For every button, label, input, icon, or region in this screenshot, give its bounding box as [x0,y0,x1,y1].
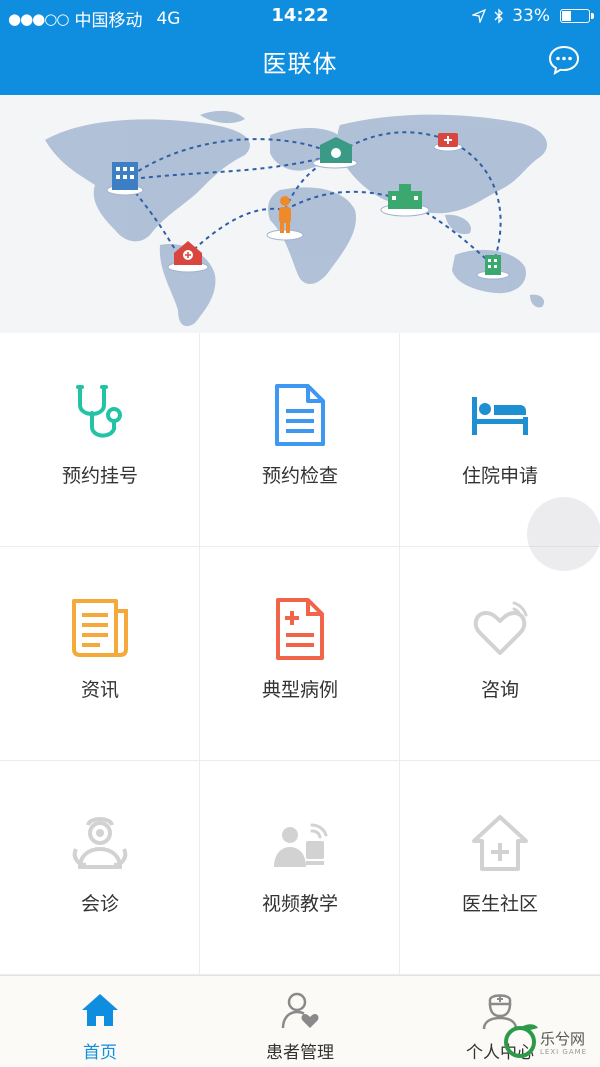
hospital-bed-icon [472,397,528,435]
grid-item-label: 资讯 [80,679,119,701]
watermark-leaf-icon [504,1024,538,1058]
watermark-text: 乐兮网 [540,1030,586,1048]
battery-icon [560,9,594,23]
grid-item-consultation[interactable]: 咨询 [400,547,600,761]
grid-item-joint-diagnosis[interactable]: 会诊 [0,761,200,975]
chat-bubble-icon[interactable] [548,44,580,76]
stethoscope-icon [76,385,122,438]
tab-label: 患者管理 [266,1043,334,1063]
video-teaching-icon [274,823,328,867]
grid-item-label: 会诊 [80,893,119,915]
news-icon [72,599,128,657]
heart-chat-icon [473,601,528,655]
grid-item-label: 典型病例 [261,679,338,701]
grid-item-appointment-exam[interactable]: 预约检查 [200,333,400,547]
page-title: 医联体 [262,50,338,78]
patient-heart-icon [281,992,319,1029]
community-house-icon [472,815,528,871]
grid-item-typical-cases[interactable]: 典型病例 [200,547,400,761]
tab-label: 首页 [83,1043,117,1063]
grid-item-label: 预约检查 [261,465,338,487]
watermark-subtext: LEXI GAME [540,1048,588,1056]
status-bar: ●●●○○ 中国移动 4G 14:22 33% [0,0,600,32]
grid-item-label: 医生社区 [461,893,538,915]
grid-item-label: 预约挂号 [61,465,138,487]
grid-item-label: 咨询 [480,679,519,701]
floating-assistive-button[interactable] [527,497,600,571]
tab-patient-management[interactable]: 患者管理 [200,976,400,1067]
tab-home[interactable]: 首页 [0,976,200,1067]
grid-item-video-teaching[interactable]: 视频教学 [200,761,400,975]
hospital-node [106,162,144,196]
grid-item-label: 住院申请 [461,465,538,487]
location-arrow-icon [472,9,487,23]
watermark-logo: 乐兮网 LEXI GAME [500,1020,596,1066]
grid-item-appointment-registration[interactable]: 预约挂号 [0,333,200,547]
doctor-consult-icon [72,817,128,869]
world-network-banner[interactable] [0,95,600,333]
grid-item-doctor-community[interactable]: 医生社区 [400,761,600,975]
medical-record-icon [276,598,324,660]
bluetooth-icon [494,8,504,24]
world-map-illustration [45,110,548,327]
battery-percent: 33% [512,6,550,26]
app-header: ●●●○○ 中国移动 4G 14:22 33% 医联体 [0,0,600,95]
grid-item-label: 视频教学 [261,893,338,915]
home-icon [82,994,118,1026]
feature-grid: 预约挂号 预约检查 住院申请 资讯 典型病例 咨询 会诊 视频教学 医生社区 [0,333,600,975]
grid-item-news[interactable]: 资讯 [0,547,200,761]
document-icon [275,384,325,446]
